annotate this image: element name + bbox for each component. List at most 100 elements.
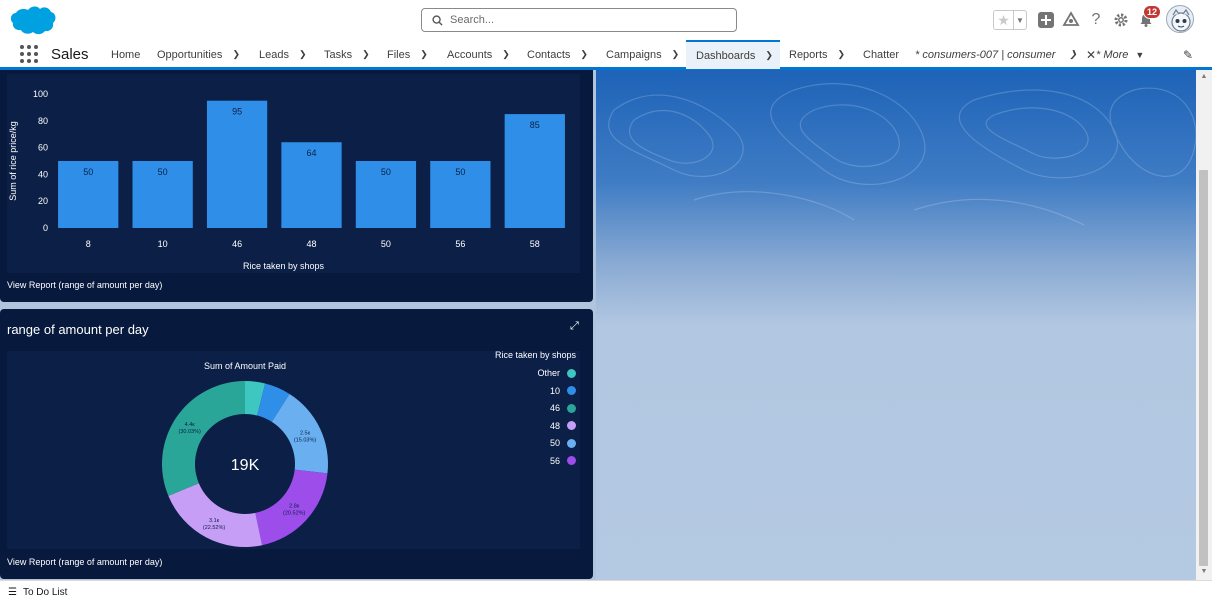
- utility-bar: ☰ To Do List: [0, 580, 1212, 604]
- todo-list-icon[interactable]: ☰: [8, 587, 17, 598]
- slice-data-label: 2.5к: [300, 430, 311, 436]
- todo-list-button[interactable]: To Do List: [23, 587, 67, 598]
- legend-color-dot: [567, 403, 576, 413]
- bar-chart: 0 20 40 60 80 100 Sum of rice price/kg 50 8 50 10 9…: [8, 89, 565, 271]
- x-tick-label: 50: [381, 239, 391, 249]
- donut-title: Sum of Amount Paid: [204, 361, 286, 371]
- nav-item-campaigns[interactable]: Campaigns ❯: [606, 40, 679, 69]
- y-tick-label: 40: [38, 169, 48, 179]
- chevron-down-icon[interactable]: ❯: [232, 49, 240, 60]
- legend-color-dot: [567, 368, 576, 378]
- legend-item[interactable]: 46: [470, 403, 576, 413]
- page-scrollbar[interactable]: ▲ ▼: [1196, 70, 1212, 580]
- donut-chart: Sum of Amount Paid 2.5к(15.03%) 2.8к(20.52…: [162, 361, 328, 547]
- tab-record-consumers[interactable]: * consumers-007 | consumer ❯ ✕: [915, 40, 1096, 69]
- nav-more-menu[interactable]: * More ▼: [1096, 40, 1144, 69]
- legend-item-label: Other: [537, 368, 560, 378]
- chevron-down-icon[interactable]: ❯: [299, 49, 307, 60]
- donut-chart-card: range of amount per day ⤢ Sum of Amount …: [0, 309, 593, 579]
- slice-percent-label: (20.52%): [283, 511, 305, 517]
- edit-nav-pencil-icon[interactable]: ✎: [1183, 48, 1193, 62]
- legend-item-label: 50: [549, 438, 560, 448]
- legend-item[interactable]: 50: [470, 438, 576, 448]
- chevron-down-icon[interactable]: ❯: [420, 49, 428, 60]
- legend-item[interactable]: 56: [470, 456, 576, 466]
- slice-percent-label: (15.03%): [294, 437, 316, 443]
- nav-item-tasks[interactable]: Tasks ❯: [324, 40, 370, 69]
- x-tick-label: 8: [86, 239, 91, 249]
- nav-item-opportunities[interactable]: Opportunities ❯: [157, 40, 240, 69]
- legend-item[interactable]: Other: [470, 368, 576, 378]
- dashboard-background: [594, 70, 1196, 580]
- scroll-up-arrow-icon[interactable]: ▲: [1200, 73, 1208, 81]
- salesforce-logo[interactable]: [8, 4, 56, 36]
- bar-data-label: 50: [381, 167, 391, 177]
- user-avatar[interactable]: [1166, 5, 1194, 33]
- chevron-down-icon[interactable]: ❯: [765, 50, 773, 61]
- chevron-down-icon[interactable]: ❯: [838, 49, 846, 60]
- nav-item-reports[interactable]: Reports ❯: [789, 40, 845, 69]
- legend-item[interactable]: 10: [470, 386, 576, 396]
- star-icon[interactable]: ★: [994, 11, 1014, 29]
- legend-item[interactable]: 48: [470, 421, 576, 431]
- legend-color-dot: [567, 456, 576, 465]
- x-tick-label: 46: [232, 239, 242, 249]
- x-tick-label: 10: [158, 239, 168, 249]
- nav-item-accounts[interactable]: Accounts ❯: [447, 40, 510, 69]
- bar-data-label: 50: [158, 167, 168, 177]
- notification-count-badge: 12: [1143, 5, 1162, 19]
- legend-item-label: 56: [549, 455, 560, 466]
- legend-item-label: 46: [549, 403, 560, 413]
- donut-center-total: 19K: [231, 457, 260, 474]
- search-icon: [432, 14, 443, 26]
- x-axis-title: Rice taken by shops: [243, 261, 325, 271]
- legend-title: Rice taken by shops: [494, 350, 576, 360]
- y-tick-label: 20: [38, 196, 48, 206]
- expand-icon[interactable]: ⤢: [570, 320, 579, 333]
- trailhead-icon[interactable]: [1061, 10, 1081, 30]
- nav-item-dashboards[interactable]: Dashboards ❯: [686, 40, 780, 69]
- bar: [504, 114, 565, 228]
- app-navigation-bar: Sales Home Opportunities ❯ Leads ❯ Tasks ❯ …: [0, 40, 1212, 70]
- donut-slice: [168, 483, 263, 547]
- bar-data-label: 64: [306, 148, 316, 158]
- donut-chart-area: Sum of Amount Paid 2.5к (15.03%) 2.8к (20.52…: [7, 351, 580, 549]
- favorites-button[interactable]: ★ ▼: [993, 10, 1027, 30]
- x-tick-label: 58: [530, 239, 540, 249]
- nav-item-chatter[interactable]: Chatter: [863, 40, 899, 69]
- app-launcher-icon[interactable]: [20, 45, 38, 63]
- app-name: Sales: [51, 46, 89, 63]
- help-icon[interactable]: ?: [1086, 10, 1106, 30]
- search-placeholder: Search...: [450, 14, 495, 26]
- x-tick-label: 56: [455, 239, 465, 249]
- chevron-down-icon[interactable]: ❯: [672, 49, 680, 60]
- view-report-link[interactable]: View Report (range of amount per day): [7, 280, 162, 290]
- view-report-link[interactable]: View Report (range of amount per day): [7, 557, 162, 567]
- topographic-pattern: [608, 83, 1196, 226]
- gear-icon[interactable]: [1111, 10, 1131, 30]
- global-search-input[interactable]: Search...: [421, 8, 737, 32]
- legend-color-dot: [567, 421, 576, 430]
- caret-down-icon[interactable]: ▼: [1135, 50, 1144, 60]
- chevron-down-icon[interactable]: ❯: [502, 49, 510, 60]
- bar-chart-area: 0 20 40 60 80 100 Sum of rice price/kg 50 8 50 10 9…: [7, 74, 580, 273]
- legend-item-label: 48: [549, 420, 560, 431]
- global-header: Search... ★ ▼ ? 12: [0, 0, 1212, 40]
- nav-item-home[interactable]: Home: [111, 40, 140, 69]
- nav-item-leads[interactable]: Leads ❯: [259, 40, 307, 69]
- close-icon[interactable]: ✕: [1086, 48, 1096, 62]
- slice-data-label: 4.4к: [185, 422, 196, 428]
- global-actions-icon[interactable]: [1036, 10, 1056, 30]
- chevron-down-icon[interactable]: ❯: [362, 49, 370, 60]
- scroll-down-arrow-icon[interactable]: ▼: [1200, 568, 1208, 576]
- nav-item-contacts[interactable]: Contacts ❯: [527, 40, 588, 69]
- y-axis-title: Sum of rice price/kg: [8, 121, 18, 201]
- legend-color-dot: [567, 386, 576, 395]
- bar-data-label: 95: [232, 107, 242, 117]
- chevron-down-icon[interactable]: ▼: [1014, 11, 1026, 29]
- slice-percent-label: (30.03%): [179, 429, 201, 435]
- chevron-down-icon[interactable]: ❯: [580, 49, 588, 60]
- nav-item-files[interactable]: Files ❯: [387, 40, 428, 69]
- scrollbar-thumb[interactable]: [1199, 170, 1208, 566]
- chevron-down-icon[interactable]: ❯: [1069, 49, 1077, 60]
